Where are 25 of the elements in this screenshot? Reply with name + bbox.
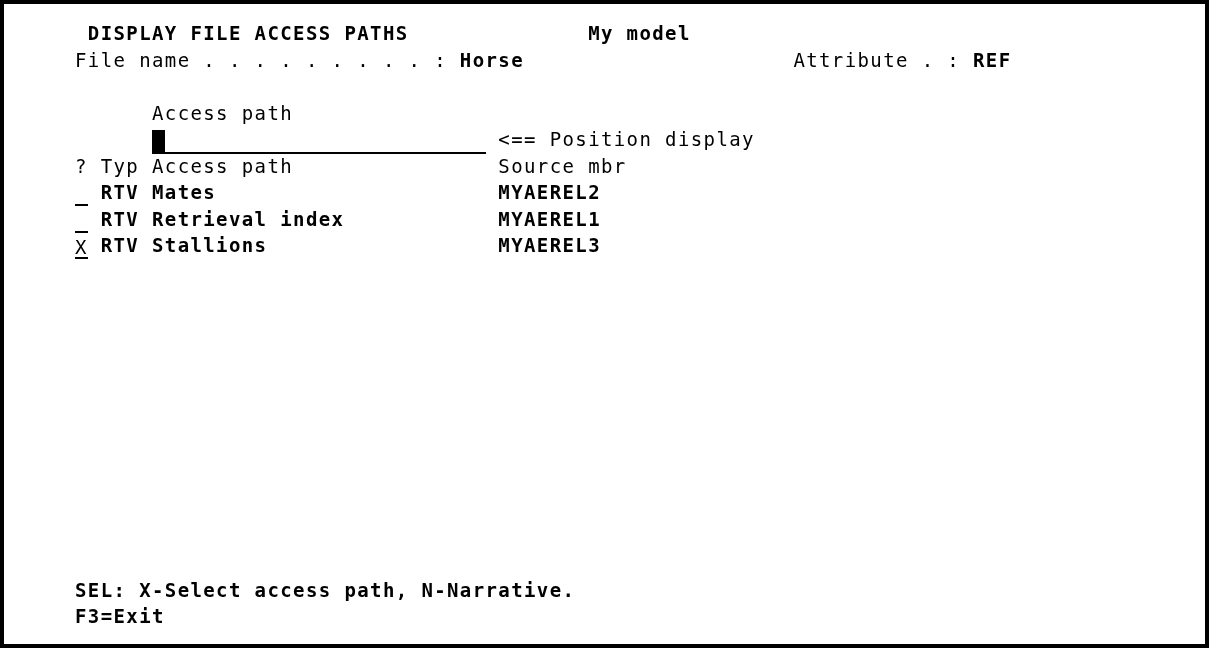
function-key-hint: F3=Exit [75,605,165,628]
option-field[interactable]: X [75,237,88,260]
column-header: Source mbr [498,154,627,177]
table-cell: RTV [100,234,140,257]
field-label: Access path [151,101,294,124]
field-label: Attribute . : [793,48,961,71]
model-name: My model [588,22,691,45]
field-label: File name . . . . . . . . . : [75,48,448,71]
hint-text: <== Position display [498,128,755,151]
table-cell: Retrieval index [151,207,345,230]
column-header: Typ [100,154,140,177]
table-cell: MYAEREL3 [498,234,601,257]
column-header: Access path [151,154,294,177]
help-text: SEL: X-Select access path, N-Narrative. [75,578,576,601]
table-cell: Stallions [151,234,268,257]
field-value: Horse [459,48,524,71]
table-cell: MYAEREL2 [498,181,601,204]
input-field[interactable] [151,129,486,154]
column-header: ? [75,154,88,177]
table-cell: MYAEREL1 [498,207,601,230]
table-cell: Mates [151,181,217,204]
field-value: REF [972,48,1012,71]
table-cell: RTV [100,207,140,230]
table-cell: RTV [100,181,140,204]
screen-title: DISPLAY FILE ACCESS PATHS [87,22,409,45]
